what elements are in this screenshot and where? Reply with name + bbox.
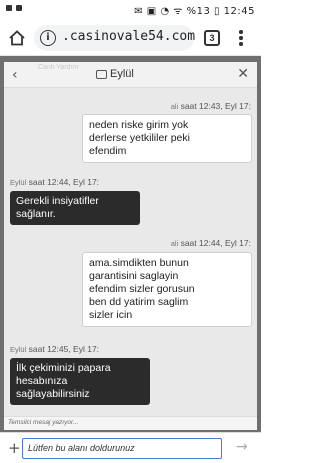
attach-plus-icon[interactable]: + bbox=[8, 439, 21, 457]
typing-indicator: Temsilci mesaj yazıyor... bbox=[8, 419, 79, 426]
typing-indicator-bar: Temsilci mesaj yazıyor... bbox=[4, 416, 257, 430]
message-meta: Eylül saat 12:44, Eyl 17: bbox=[10, 177, 99, 187]
message-time: saat 12:43, Eyl 17: bbox=[180, 101, 251, 111]
message-line: ben dd yatirim saglim bbox=[89, 296, 189, 308]
message-time: saat 12:45, Eyl 17: bbox=[28, 344, 100, 354]
home-icon[interactable] bbox=[8, 29, 26, 47]
tab-switcher-button[interactable]: 3 bbox=[204, 30, 220, 46]
user-message: ama.simdikten bunun garantisini saglayin… bbox=[82, 252, 252, 327]
chat-header: ‹ Canlı Yardım Eylül ✕ bbox=[4, 62, 257, 88]
message-line: garantisini saglayin bbox=[89, 270, 179, 282]
message-sender: Eylül bbox=[10, 178, 27, 187]
chat-title: Eylül bbox=[110, 68, 134, 80]
address-bar[interactable]: i .casinovale54.com bbox=[34, 25, 196, 51]
close-icon[interactable]: ✕ bbox=[237, 66, 249, 82]
browser-toolbar: i .casinovale54.com 3 bbox=[0, 20, 261, 56]
message-meta: Eylül saat 12:45, Eyl 17: bbox=[10, 344, 99, 354]
more-menu-icon[interactable] bbox=[238, 30, 244, 46]
status-icons: ✉ ▣ ◔ ᯤ %13 ▯ 12:45 bbox=[134, 6, 255, 17]
message-input[interactable]: Lütfen bu alanı doldurunuz bbox=[22, 438, 222, 459]
back-arrow-icon[interactable]: ‹ bbox=[12, 67, 18, 83]
message-line: neden riske girim yok bbox=[89, 119, 189, 131]
agent-message: Gerekli insiyatifler sağlanır. bbox=[10, 191, 140, 225]
notification-icon bbox=[16, 5, 22, 11]
message-line: İlk çekiminizi papara bbox=[16, 362, 111, 374]
message-line: efendim bbox=[89, 145, 127, 157]
message-composer: + Lütfen bu alanı doldurunuz → bbox=[0, 432, 261, 463]
message-line: sağlayabilirsiniz bbox=[16, 388, 90, 400]
message-line: efendim sizler gorusun bbox=[89, 283, 195, 295]
message-sender: ali bbox=[170, 239, 179, 248]
message-line: ama.simdikten bunun bbox=[89, 257, 189, 269]
url-text: .casinovale54.com bbox=[62, 29, 196, 44]
status-bar: ✉ ▣ ◔ ᯤ %13 ▯ 12:45 bbox=[0, 0, 261, 20]
user-message: neden riske girim yok derlerse yetkilile… bbox=[82, 114, 252, 163]
info-icon[interactable]: i bbox=[40, 30, 56, 46]
message-sender: ali bbox=[170, 102, 179, 111]
message-meta: ali saat 12:44, Eyl 17: bbox=[171, 238, 251, 248]
chat-bubble-icon bbox=[96, 70, 107, 79]
agent-message: İlk çekiminizi papara hesabınıza sağlaya… bbox=[10, 358, 150, 405]
notification-icon bbox=[6, 5, 12, 11]
message-time: saat 12:44, Eyl 17: bbox=[28, 177, 100, 187]
message-input-value: Lütfen bu alanı doldurunuz bbox=[28, 443, 135, 453]
message-line: Gerekli insiyatifler bbox=[16, 195, 99, 207]
send-arrow-icon[interactable]: → bbox=[236, 439, 248, 455]
message-line: hesabınıza bbox=[16, 375, 68, 387]
message-line: sağlanır. bbox=[16, 208, 56, 220]
message-line: sizler icin bbox=[89, 309, 133, 321]
ghost-header-text: Canlı Yardım bbox=[38, 64, 79, 71]
message-line: derlerse yetkililer peki bbox=[89, 132, 190, 144]
chat-messages: ali saat 12:43, Eyl 17: neden riske giri… bbox=[4, 88, 257, 416]
message-meta: ali saat 12:43, Eyl 17: bbox=[171, 101, 251, 111]
message-sender: Eylül bbox=[10, 345, 27, 354]
message-time: saat 12:44, Eyl 17: bbox=[180, 238, 251, 248]
